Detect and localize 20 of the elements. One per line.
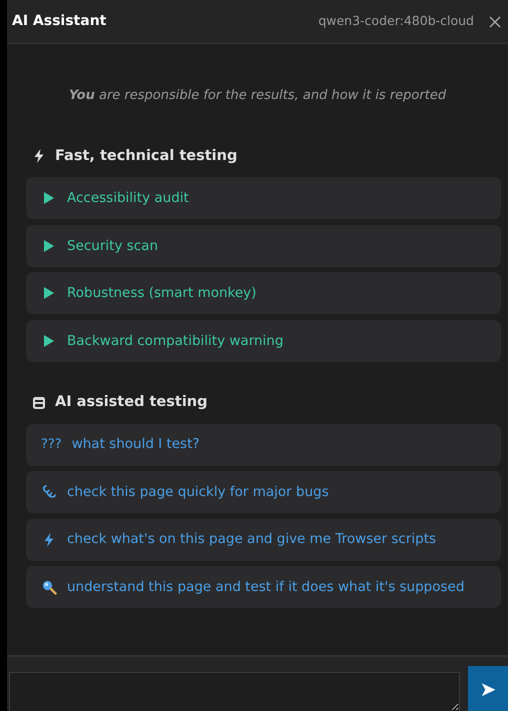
worm-icon (41, 484, 57, 500)
section-title: Fast, technical testing (55, 146, 238, 166)
action-button[interactable]: Accessibility audit (26, 177, 501, 220)
action-button[interactable]: ??? what should I test? (26, 424, 501, 466)
action-button[interactable]: understand this page and test if it does what it's supposed (26, 566, 501, 608)
message-input[interactable] (9, 672, 460, 711)
action-button[interactable]: Backward compatibility warning (26, 320, 501, 362)
panel-title: AI Assistant (12, 12, 106, 31)
action-button[interactable]: check what's on this page and give me Trowser scripts (26, 518, 501, 560)
search-icon (41, 579, 57, 595)
disclaimer-text: You are responsible for the results, and how it is reported (68, 87, 448, 105)
action-button[interactable]: check this page quickly for major bugs (26, 471, 501, 513)
robot-icon (31, 394, 47, 411)
model-name: qwen3-coder:480b-cloud (318, 12, 474, 30)
send-button[interactable]: ➤ (468, 666, 508, 711)
action-button[interactable]: Robustness (smart monkey) (26, 272, 501, 314)
question-marks: ??? (41, 436, 62, 454)
close-button[interactable] (488, 14, 502, 28)
section-title: AI assisted testing (55, 392, 208, 412)
action-button[interactable]: Security scan (26, 224, 501, 267)
